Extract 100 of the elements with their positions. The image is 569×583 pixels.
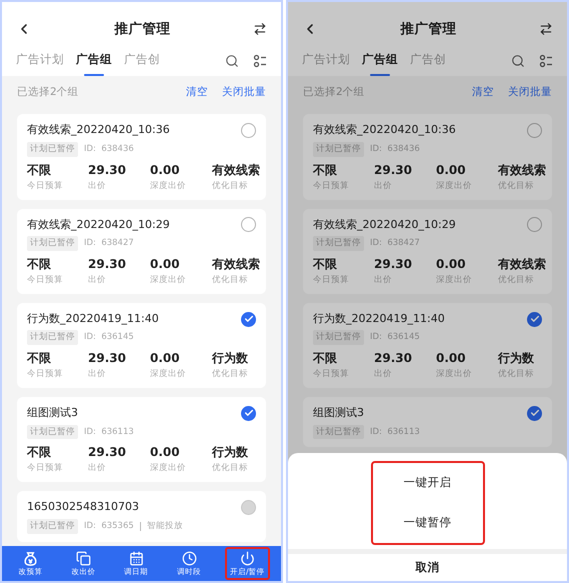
check-icon xyxy=(244,314,254,324)
status-tag: 计划已暂停 xyxy=(27,330,78,345)
status-tag: 计划已暂停 xyxy=(313,236,364,251)
check-icon xyxy=(530,314,540,324)
card-title: 有效线索_20220420_10:36 xyxy=(313,122,456,138)
id-text: ID: 636145 xyxy=(84,331,134,344)
checkbox[interactable] xyxy=(527,312,542,326)
action-link[interactable]: 清空 xyxy=(472,85,494,102)
check-icon xyxy=(244,408,254,418)
filter-icon[interactable] xyxy=(539,54,553,68)
page-title: 推广管理 xyxy=(114,20,170,39)
money-bag-icon xyxy=(22,550,38,566)
card-title: 有效线索_20220420_10:29 xyxy=(313,216,456,233)
power-icon xyxy=(240,550,255,566)
calendar-icon xyxy=(128,550,144,566)
clock-icon xyxy=(182,550,197,566)
metric-label: 出价 xyxy=(88,462,107,474)
ad-group-card[interactable]: 行为数_20220419_11:40 计划已暂停 ID: 636145 不限 今日预算 29.30 出价 0.00 深度出价 行为数 优化目标 xyxy=(303,302,552,388)
card-title: 有效线索_20220420_10:29 xyxy=(27,216,170,233)
metric-label: 深度出价 xyxy=(436,368,473,380)
metric-value: 29.30 xyxy=(374,162,413,178)
action-link[interactable]: 清空 xyxy=(186,85,208,102)
metric-value: 0.00 xyxy=(150,351,181,366)
id-text: ID: 638427 xyxy=(370,237,420,250)
metric-label: 今日预算 xyxy=(313,368,350,380)
ad-group-card[interactable]: 有效线索_20220420_10:36 计划已暂停 ID: 638436 不限 今日预算 29.30 出价 0.00 深度出价 有效线索 优化目标 xyxy=(17,114,266,200)
checkbox[interactable] xyxy=(241,406,256,421)
checkbox[interactable] xyxy=(527,123,542,138)
metric-value: 0.00 xyxy=(150,256,181,272)
ad-group-card[interactable]: 有效线索_20220420_10:36 计划已暂停 ID: 638436 不限 今日预算 29.30 出价 0.00 深度出价 有效线索 优化目标 xyxy=(303,114,552,200)
card-title: 行为数_20220419_11:40 xyxy=(27,310,159,327)
metric-value: 有效线索 xyxy=(498,256,546,272)
metric-value: 不限 xyxy=(27,256,52,272)
metric-value: 不限 xyxy=(313,351,338,366)
checkbox[interactable] xyxy=(241,312,256,326)
metric-label: 今日预算 xyxy=(313,274,350,286)
filter-icon[interactable] xyxy=(253,54,267,68)
metric-label: 优化目标 xyxy=(212,180,249,192)
metric-label: 深度出价 xyxy=(436,274,473,286)
metric-value: 0.00 xyxy=(436,256,467,272)
ad-group-card[interactable]: 组图测试3 计划已暂停 ID: 636113 不限 今日预算 29.30 出价 0.00 深度出价 行为数 优化目标 xyxy=(17,397,266,482)
selection-summary: 已选择2个组 xyxy=(17,85,79,100)
card-title: 有效线索_20220420_10:36 xyxy=(27,122,170,138)
metric-value: 有效线索 xyxy=(498,162,546,178)
status-tag: 计划已暂停 xyxy=(313,142,364,156)
metric-value: 不限 xyxy=(313,256,338,272)
ad-group-card[interactable]: 有效线索_20220420_10:29 计划已暂停 ID: 638427 不限 今日预算 29.30 出价 0.00 深度出价 有效线索 优化目标 xyxy=(17,208,266,294)
ad-group-card[interactable]: 组图测试3 计划已暂停 ID: 636113 xyxy=(303,397,552,448)
id-text: ID: 636113 xyxy=(84,426,134,438)
ad-group-card[interactable]: 行为数_20220419_11:40 计划已暂停 ID: 636145 不限 今日预算 29.30 出价 0.00 深度出价 行为数 优化目标 xyxy=(17,302,266,388)
metric-label: 优化目标 xyxy=(498,368,535,380)
metric-label: 优化目标 xyxy=(498,274,535,286)
copy-icon xyxy=(76,550,91,566)
id-text: ID: 636145 xyxy=(370,331,420,344)
id-text: ID: 638436 xyxy=(370,142,420,156)
metric-value: 0.00 xyxy=(150,445,181,460)
id-text: ID: 638436 xyxy=(84,142,134,156)
metric-label: 出价 xyxy=(374,274,393,286)
page-title: 推广管理 xyxy=(400,20,456,39)
metric-label: 出价 xyxy=(88,274,107,286)
metric-label: 今日预算 xyxy=(27,368,64,380)
checkbox[interactable] xyxy=(241,217,256,232)
metric-value: 29.30 xyxy=(88,256,127,272)
delivery-mode-text: 智能投放 xyxy=(140,522,183,531)
cancel-button[interactable]: 取消 xyxy=(288,554,567,581)
metric-value: 行为数 xyxy=(498,351,535,366)
switch-icon[interactable] xyxy=(253,22,267,36)
checkbox[interactable] xyxy=(527,217,542,232)
metric-label: 优化目标 xyxy=(498,180,535,192)
selection-summary: 已选择2个组 xyxy=(303,85,365,100)
checkbox[interactable] xyxy=(527,406,542,421)
action-link[interactable]: 关闭批量 xyxy=(222,85,266,102)
metric-label: 深度出价 xyxy=(150,274,187,286)
status-tag: 计划已暂停 xyxy=(27,518,78,534)
metric-value: 行为数 xyxy=(212,351,249,366)
switch-icon[interactable] xyxy=(539,22,553,36)
search-icon[interactable] xyxy=(225,54,239,68)
metric-value: 0.00 xyxy=(150,162,181,178)
status-tag: 计划已暂停 xyxy=(27,236,78,251)
id-text: ID: 636113 xyxy=(370,426,420,438)
metric-value: 0.00 xyxy=(436,351,467,366)
checkbox[interactable] xyxy=(241,123,256,138)
search-icon[interactable] xyxy=(511,54,525,68)
metric-value: 有效线索 xyxy=(212,256,260,272)
id-text: ID: 635365 xyxy=(84,520,134,532)
sheet-option[interactable]: 一键暂停 xyxy=(372,503,482,543)
metric-label: 深度出价 xyxy=(150,368,187,380)
sheet-option[interactable]: 一键开启 xyxy=(372,463,482,503)
metric-value: 0.00 xyxy=(436,162,467,178)
metric-value: 29.30 xyxy=(374,256,413,272)
ad-group-card[interactable]: 有效线索_20220420_10:29 计划已暂停 ID: 638427 不限 今日预算 29.30 出价 0.00 深度出价 有效线索 优化目标 xyxy=(303,208,552,294)
metric-value: 不限 xyxy=(313,162,338,178)
metric-label: 今日预算 xyxy=(27,462,64,474)
status-tag: 计划已暂停 xyxy=(313,424,364,440)
id-text: ID: 638427 xyxy=(84,237,134,250)
metric-label: 深度出价 xyxy=(150,180,187,192)
metric-value: 行为数 xyxy=(212,445,249,460)
metric-label: 优化目标 xyxy=(212,368,249,380)
action-link[interactable]: 关闭批量 xyxy=(508,85,552,102)
metric-label: 优化目标 xyxy=(212,462,249,474)
